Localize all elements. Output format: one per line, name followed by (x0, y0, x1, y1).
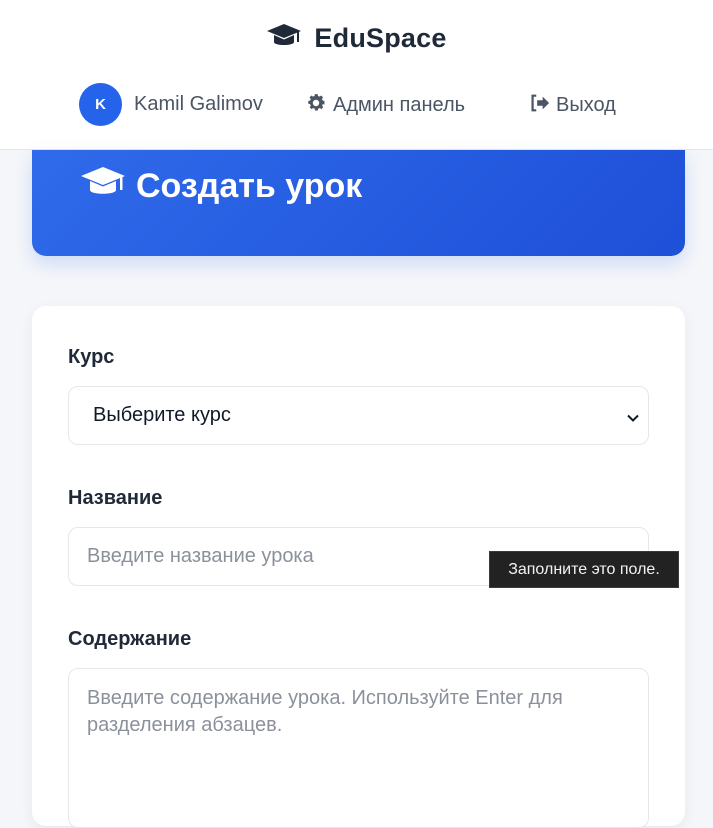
avatar: K (79, 83, 122, 126)
graduation-cap-icon (266, 22, 302, 55)
validation-tooltip: Заполните это поле. (489, 551, 679, 588)
course-select[interactable]: Выберите курс (68, 386, 649, 445)
user-profile-link[interactable]: K Kamil Galimov (79, 83, 263, 126)
brand-logo[interactable]: EduSpace (0, 22, 713, 55)
brand-name: EduSpace (314, 23, 447, 53)
main-nav: K Kamil Galimov Админ панель Выход (0, 83, 713, 127)
title-label: Название (68, 487, 163, 509)
course-select-value: Выберите курс (93, 404, 231, 426)
admin-panel-label: Админ панель (333, 94, 466, 116)
gear-icon (305, 92, 327, 119)
lesson-content-textarea[interactable] (68, 668, 649, 828)
page-title-text: Создать урок (136, 167, 363, 205)
user-name: Kamil Galimov (134, 93, 263, 115)
admin-panel-link[interactable]: Админ панель (305, 92, 465, 119)
logout-label: Выход (556, 94, 616, 116)
graduation-cap-icon (80, 164, 126, 209)
page-hero: Создать урок (32, 150, 685, 256)
chevron-down-icon (626, 408, 640, 422)
top-header: EduSpace K Kamil Galimov Админ панель Вы… (0, 0, 713, 150)
content-label: Содержание (68, 628, 192, 650)
course-label: Курс (68, 346, 115, 368)
page-title: Создать урок (80, 164, 362, 209)
sign-out-icon (528, 92, 550, 119)
logout-link[interactable]: Выход (528, 92, 616, 119)
